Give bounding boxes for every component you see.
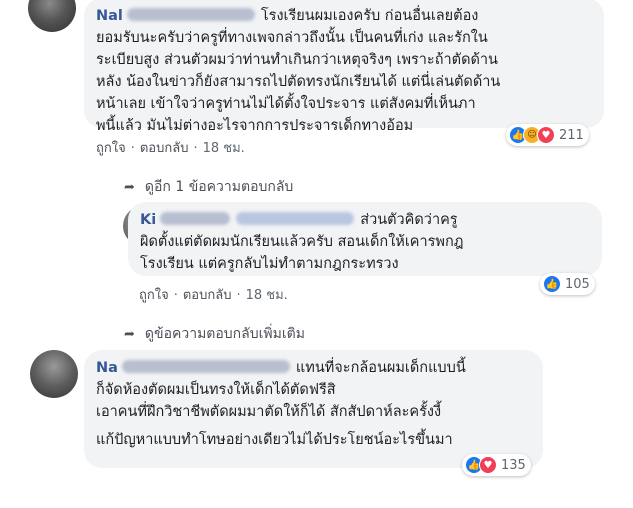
reply-arrow-icon: ➦ [124, 327, 135, 341]
reaction-count: 135 [501, 457, 526, 473]
avatar[interactable] [28, 0, 76, 32]
comment-line: หลัง น้องในข่าวก็ยังสามารถไปตัดทรงนักเรี… [96, 74, 501, 90]
timestamp[interactable]: 18 ชม. [203, 141, 245, 156]
comment-line: หน้าเลย เข้าใจว่าครูท่านไม่ได้ตั้งใจประจ… [96, 96, 476, 112]
view-more-replies-label[interactable]: ดูอีก 1 ข้อความตอบกลับ [145, 176, 293, 198]
view-more-comments[interactable]: ➦ ดูข้อความตอบกลับเพิ่มเติม [124, 323, 305, 345]
comment-actions: ถูกใจ · ตอบกลับ · 18 ชม. [139, 288, 288, 303]
reaction-summary[interactable]: 👍 ♥ 135 [462, 454, 531, 476]
comment-line: แก้ปัญหาแบบทำโทษอย่างเดียวไม่ได้ประโยชน์… [96, 432, 453, 448]
redacted-name [126, 8, 255, 21]
reply-arrow-icon: ➦ [124, 180, 135, 194]
like-icon: 👍 [543, 275, 561, 293]
comment-text: Nal โรงเรียนผมเองครับ ก่อนอื่นเลยต้อง ยอม… [96, 5, 592, 137]
reaction-count: 211 [559, 127, 584, 143]
like-link[interactable]: ถูกใจ [96, 141, 126, 156]
comment-line: ยอมรับนะครับว่าครูที่ทางเพจกล่าวถึงนั้น … [96, 30, 488, 46]
comment-line: พนี้แล้ว มันไม่ต่างอะไรจากการประจารเด็กท… [96, 118, 414, 134]
comment-line: ผิดตั้งแต่ตัดผมนักเรียนแล้วครับ สอนเด็กใ… [140, 234, 464, 250]
comment-author[interactable]: Ki [140, 212, 156, 228]
comment-line: เอาคนที่ฝึกวิชาชีพตัดผมมาตัดให้ก็ได้ สัก… [96, 404, 442, 420]
reply-link[interactable]: ตอบกลับ [140, 141, 189, 156]
reaction-count: 105 [565, 276, 590, 292]
reply-bubble: Ki ส่วนตัวคิดว่าครู ผิดตั้งแต่ตัดผมนักเรี… [128, 202, 602, 276]
reaction-summary[interactable]: 👍 105 [540, 273, 595, 295]
redacted-name [160, 212, 231, 225]
comment-line: ส่วนตัวคิดว่าครู [360, 212, 458, 228]
redacted-name [121, 360, 290, 373]
comment-author[interactable]: Nal [96, 8, 123, 24]
comment-bubble: Na แทนที่จะกล้อนผมเด็กแบบนี้ ก็จัดห้องตัด… [84, 350, 543, 468]
view-more-comments-label[interactable]: ดูข้อความตอบกลับเพิ่มเติม [145, 323, 305, 345]
love-icon: ♥ [537, 126, 555, 144]
comment-text: Ki ส่วนตัวคิดว่าครู ผิดตั้งแต่ตัดผมนักเรี… [140, 209, 590, 275]
comment-actions: ถูกใจ · ตอบกลับ · 18 ชม. [96, 141, 245, 156]
timestamp[interactable]: 18 ชม. [246, 288, 288, 303]
love-icon: ♥ [479, 456, 497, 474]
comment-line: โรงเรียน แต่ครูกลับไม่ทำตามกฎกระทรวง [140, 256, 399, 272]
reaction-summary[interactable]: 👍 ☺ ♥ 211 [506, 124, 589, 146]
redacted-mention [236, 212, 355, 225]
comment-line: ระเบียบสูง ส่วนตัวผมว่าท่านทำเกินกว่าเหต… [96, 52, 498, 68]
comment-line: โรงเรียนผมเองครับ ก่อนอื่นเลยต้อง [260, 8, 479, 24]
comment-line: ก็จัดห้องตัดผมเป็นทรงให้เด็กได้ตัดฟรีสิ [96, 382, 336, 398]
comment-author[interactable]: Na [96, 360, 118, 376]
avatar[interactable] [30, 350, 78, 398]
comment-text: Na แทนที่จะกล้อนผมเด็กแบบนี้ ก็จัดห้องตัด… [96, 357, 531, 451]
like-link[interactable]: ถูกใจ [139, 288, 169, 303]
reply-link[interactable]: ตอบกลับ [183, 288, 232, 303]
comment-bubble: Nal โรงเรียนผมเองครับ ก่อนอื่นเลยต้อง ยอม… [84, 0, 604, 134]
view-more-replies[interactable]: ➦ ดูอีก 1 ข้อความตอบกลับ [124, 176, 293, 198]
comment-line: แทนที่จะกล้อนผมเด็กแบบนี้ [295, 360, 466, 376]
